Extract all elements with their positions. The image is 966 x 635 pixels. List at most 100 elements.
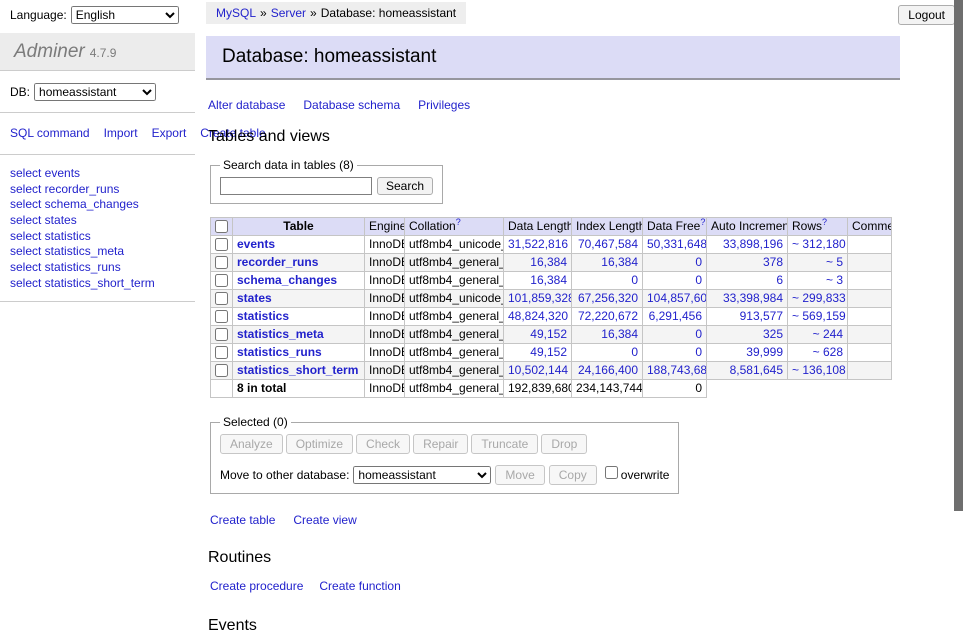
breadcrumb-link-server[interactable]: Server [271, 6, 306, 20]
rows-link[interactable]: ~ 244 [813, 327, 843, 341]
sidebar-select-table-link[interactable]: select statistics_runs [10, 260, 187, 275]
rows-link[interactable]: ~ 136,108 [792, 363, 846, 377]
data-free-link[interactable]: 0 [695, 273, 702, 287]
data-length-link[interactable]: 48,824,320 [508, 309, 568, 323]
selected-action-button[interactable]: Truncate [471, 434, 538, 454]
search-button[interactable]: Search [377, 177, 433, 195]
selected-action-button[interactable]: Optimize [286, 434, 353, 454]
selected-action-button[interactable]: Analyze [220, 434, 283, 454]
help-link[interactable]: ? [700, 218, 705, 228]
row-check-cell [211, 362, 233, 380]
table-name-link[interactable]: events [237, 237, 275, 251]
table-name-link[interactable]: schema_changes [237, 273, 337, 287]
routine-create-link[interactable]: Create function [319, 579, 400, 593]
selected-action-button[interactable]: Repair [413, 434, 468, 454]
sidebar-action-link[interactable]: Export [152, 126, 187, 140]
selected-action-button[interactable]: Check [356, 434, 410, 454]
auto-increment-link[interactable]: 325 [763, 327, 783, 341]
data-free-link[interactable]: 50,331,648 [647, 237, 707, 251]
index-length-link[interactable]: 0 [631, 273, 638, 287]
overwrite-label[interactable]: overwrite [621, 468, 670, 482]
table-name-link[interactable]: states [237, 291, 272, 305]
row-checkbox[interactable] [215, 346, 228, 359]
row-checkbox[interactable] [215, 256, 228, 269]
data-free-link[interactable]: 0 [695, 345, 702, 359]
data-free-link[interactable]: 0 [695, 327, 702, 341]
move-button[interactable]: Move [495, 465, 544, 485]
logout-button[interactable]: Logout [898, 5, 955, 25]
table-name-link[interactable]: statistics [237, 309, 289, 323]
auto-increment-link[interactable]: 913,577 [740, 309, 783, 323]
index-length-link[interactable]: 16,384 [601, 327, 638, 341]
rows-link[interactable]: ~ 5 [826, 255, 843, 269]
index-length-link[interactable]: 67,256,320 [578, 291, 638, 305]
table-name-link[interactable]: statistics_short_term [237, 363, 358, 377]
data-free-link[interactable]: 188,743,680 [647, 363, 707, 377]
row-checkbox[interactable] [215, 364, 228, 377]
selected-action-button[interactable]: Drop [541, 434, 587, 454]
sidebar-action-link[interactable]: Import [104, 126, 138, 140]
rows-link[interactable]: ~ 3 [826, 273, 843, 287]
rows-link[interactable]: ~ 628 [813, 345, 843, 359]
sidebar-select-table-link[interactable]: select states [10, 213, 187, 228]
table-name-link[interactable]: recorder_runs [237, 255, 318, 269]
rows-link[interactable]: ~ 299,833 [792, 291, 846, 305]
data-length-link[interactable]: 49,152 [530, 327, 567, 341]
database-nav-link[interactable]: Alter database [208, 98, 285, 112]
breadcrumb-link-mysql[interactable]: MySQL [216, 6, 256, 20]
engine-cell: InnoDB [365, 272, 405, 290]
data-free-link[interactable]: 104,857,600 [647, 291, 707, 305]
index-length-link[interactable]: 70,467,584 [578, 237, 638, 251]
data-length-link[interactable]: 16,384 [530, 255, 567, 269]
index-length-link[interactable]: 16,384 [601, 255, 638, 269]
sidebar-select-table-link[interactable]: select events [10, 166, 187, 181]
auto-increment-link[interactable]: 33,398,984 [723, 291, 783, 305]
index-length-link[interactable]: 24,166,400 [578, 363, 638, 377]
table-name-link[interactable]: statistics_runs [237, 345, 322, 359]
auto-increment-link[interactable]: 33,898,196 [723, 237, 783, 251]
language-label: Language: [10, 8, 67, 22]
rows-link[interactable]: ~ 569,159 [792, 309, 846, 323]
row-checkbox[interactable] [215, 328, 228, 341]
sidebar-select-table-link[interactable]: select schema_changes [10, 197, 187, 212]
row-checkbox[interactable] [215, 310, 228, 323]
row-checkbox[interactable] [215, 292, 228, 305]
create-link[interactable]: Create table [210, 513, 275, 527]
data-free-link[interactable]: 6,291,456 [649, 309, 702, 323]
row-checkbox[interactable] [215, 238, 228, 251]
search-input[interactable] [220, 177, 372, 195]
auto-increment-link[interactable]: 39,999 [746, 345, 783, 359]
index-length-link[interactable]: 0 [631, 345, 638, 359]
row-checkbox[interactable] [215, 274, 228, 287]
db-select[interactable]: homeassistant [34, 83, 156, 101]
sidebar-action-link[interactable]: SQL command [10, 126, 90, 140]
scrollbar-thumb[interactable] [954, 0, 963, 511]
sidebar-select-table-link[interactable]: select statistics_short_term [10, 276, 187, 291]
data-length-link[interactable]: 10,502,144 [508, 363, 568, 377]
language-select[interactable]: English [71, 6, 179, 24]
rows-link[interactable]: ~ 312,180 [792, 237, 846, 251]
sidebar-select-table-link[interactable]: select recorder_runs [10, 182, 187, 197]
data-length-link[interactable]: 16,384 [530, 273, 567, 287]
data-length-link[interactable]: 31,522,816 [508, 237, 568, 251]
database-nav-link[interactable]: Privileges [418, 98, 470, 112]
routine-create-link[interactable]: Create procedure [210, 579, 303, 593]
sidebar-select-table-link[interactable]: select statistics_meta [10, 244, 187, 259]
move-database-select[interactable]: homeassistant [353, 466, 491, 484]
help-link[interactable]: ? [822, 218, 827, 228]
overwrite-checkbox[interactable] [605, 466, 618, 479]
copy-button[interactable]: Copy [549, 465, 597, 485]
auto-increment-link[interactable]: 8,581,645 [730, 363, 783, 377]
database-nav-link[interactable]: Database schema [303, 98, 400, 112]
data-length-link[interactable]: 101,859,328 [508, 291, 572, 305]
data-free-link[interactable]: 0 [695, 255, 702, 269]
create-link[interactable]: Create view [293, 513, 356, 527]
sidebar-select-table-link[interactable]: select statistics [10, 229, 187, 244]
auto-increment-link[interactable]: 378 [763, 255, 783, 269]
table-name-link[interactable]: statistics_meta [237, 327, 324, 341]
index-length-link[interactable]: 72,220,672 [578, 309, 638, 323]
data-length-link[interactable]: 49,152 [530, 345, 567, 359]
select-all-checkbox[interactable] [215, 220, 228, 233]
help-link[interactable]: ? [456, 218, 461, 228]
auto-increment-link[interactable]: 6 [776, 273, 783, 287]
